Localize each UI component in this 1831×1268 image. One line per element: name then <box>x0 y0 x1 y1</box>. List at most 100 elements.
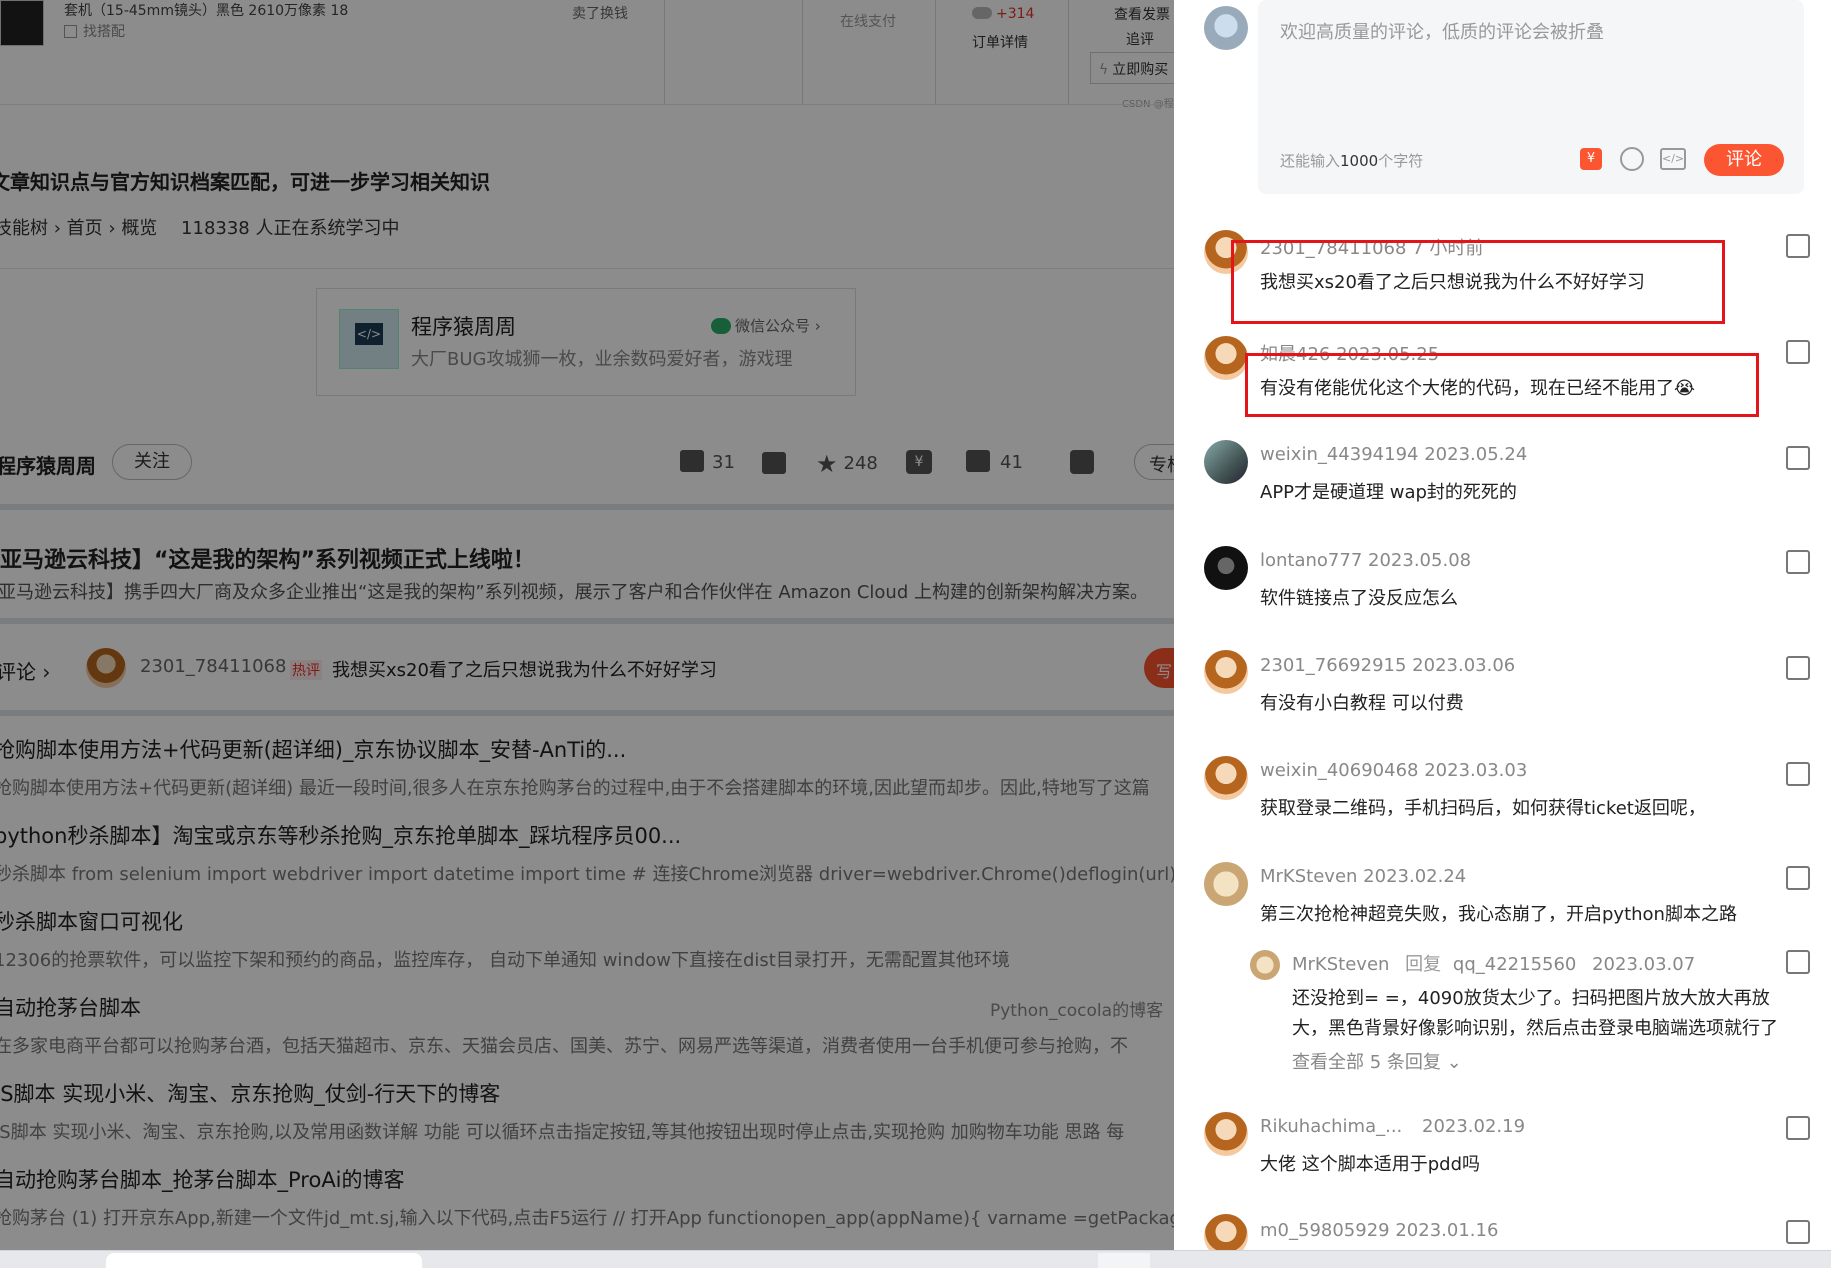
taskbar-tab[interactable] <box>106 1253 422 1268</box>
comment-time: 2023.02.24 <box>1363 866 1467 887</box>
order-detail-link[interactable]: 订单详情 <box>972 32 1028 52</box>
wechat-name: 程序猿周周 <box>411 315 516 339</box>
thumbs-up-icon[interactable] <box>1786 340 1810 364</box>
list-item[interactable]: 抢购脚本使用方法+代码更新(超详细)_京东协议脚本_安替-AnTi的... 抢购… <box>0 734 1150 800</box>
list-item[interactable]: 秒杀脚本窗口可视化 12306的抢票软件，可以监控下架和预约的商品，监控库存， … <box>0 906 1010 972</box>
hot-tag: 热评 <box>290 660 322 680</box>
avatar[interactable] <box>1204 546 1248 590</box>
comment-meta: m0_59805929 2023.01.16 <box>1260 1220 1498 1241</box>
reward-button[interactable]: ¥ <box>906 450 932 474</box>
comment-user[interactable]: weixin_40690468 <box>1260 760 1418 781</box>
avatar[interactable] <box>1250 950 1280 980</box>
divider <box>0 104 1174 105</box>
reply-text: 大，黑色背景好像影响识别，然后点击登录电脑端选项就行了 <box>1292 1018 1778 1039</box>
crumb-skill-tree[interactable]: 技能树 <box>0 218 48 239</box>
thumbs-up-icon[interactable] <box>1786 656 1810 680</box>
char-counter-prefix: 还能输入 <box>1280 152 1341 170</box>
avatar[interactable] <box>1204 1112 1248 1156</box>
track-review-link[interactable]: 追评 <box>1126 29 1154 49</box>
avatar[interactable] <box>1204 756 1248 800</box>
view-all-replies[interactable]: 查看全部 5 条回复 ⌄ <box>1292 1048 1462 1074</box>
write-comment-button[interactable]: 写 <box>1144 648 1174 688</box>
reply-user[interactable]: MrKSteven <box>1292 954 1389 975</box>
related-title[interactable]: 自动抢购茅台脚本_抢茅台脚本_ProAi的博客 <box>0 1164 1174 1194</box>
wechat-card[interactable]: </> 程序猿周周 微信公众号 › 大厂BUG攻城狮一枚，业余数码爱好者，游戏理 <box>316 288 856 396</box>
char-counter: 还能输入1000个字符 <box>1280 150 1423 171</box>
buy-now-button[interactable]: ϟ 立即购买 <box>1090 52 1174 84</box>
article-page: 套机（15-45mm镜头）黑色 2610万像素 18 找搭配 卖了换钱 在线支付… <box>0 0 1174 1250</box>
reply-to-user[interactable]: qq_42215560 <box>1453 954 1576 975</box>
related-desc: 12306的抢票软件，可以监控下架和预约的商品，监控库存， 自动下单通知 win… <box>0 950 1010 971</box>
avatar[interactable] <box>1204 1214 1248 1250</box>
comment-meta: MrKSteven 2023.02.24 <box>1260 866 1466 887</box>
favorite-count: 248 <box>843 453 878 474</box>
thumbs-up-icon[interactable] <box>1786 866 1810 890</box>
comment-user[interactable]: MrKSteven <box>1260 866 1357 887</box>
highlight-box <box>1245 353 1759 417</box>
screenshot-root: 套机（15-45mm镜头）黑色 2610万像素 18 找搭配 卖了换钱 在线支付… <box>0 0 1831 1268</box>
related-title[interactable]: 抢购脚本使用方法+代码更新(超详细)_京东协议脚本_安替-AnTi的... <box>0 734 1150 764</box>
invoice-link[interactable]: 查看发票 <box>1114 4 1170 24</box>
thumbs-up-icon[interactable] <box>1786 950 1810 974</box>
comment-section-link[interactable]: 评论 › <box>0 656 50 685</box>
avatar[interactable] <box>1204 336 1248 380</box>
list-item[interactable]: 自动抢购茅台脚本_抢茅台脚本_ProAi的博客 抢购茅台 (1) 打开京东App… <box>0 1164 1174 1230</box>
related-title[interactable]: python秒杀脚本】淘宝或京东等秒杀抢购_京东抢单脚本_踩坑程序员00... <box>0 820 1174 850</box>
divider <box>0 710 1174 716</box>
thumbs-up-icon[interactable] <box>1786 762 1810 786</box>
dislike-button[interactable] <box>762 452 786 478</box>
order-tag[interactable]: 找搭配 <box>64 21 125 41</box>
crumb-overview[interactable]: 概览 <box>121 218 157 239</box>
order-product-name[interactable]: 套机（15-45mm镜头）黑色 2610万像素 18 <box>64 0 348 20</box>
comment-user[interactable]: Rikuhachima_... <box>1260 1116 1402 1137</box>
list-item[interactable]: JS脚本 实现小米、淘宝、京东抢购_仗剑-行天下的博客 JS脚本 实现小米、淘宝… <box>0 1078 1124 1144</box>
comment-text: 有没有小白教程 可以付费 <box>1260 693 1464 714</box>
comment-text: 第三次抢枪神超竞失败，我心态崩了，开启python脚本之路 <box>1260 904 1737 925</box>
thumbs-up-icon[interactable] <box>1786 446 1810 470</box>
like-button[interactable]: 31 <box>680 450 735 473</box>
avatar[interactable] <box>1204 440 1248 484</box>
thumbs-up-icon[interactable] <box>1786 234 1810 258</box>
hot-comment-text[interactable]: 我想买xs20看了之后只想说我为什么不好好学习 <box>332 656 717 682</box>
emoji-icon[interactable] <box>1620 147 1644 171</box>
list-item[interactable]: python秒杀脚本】淘宝或京东等秒杀抢购_京东抢单脚本_踩坑程序员00... … <box>0 820 1174 886</box>
comment-user[interactable]: m0_59805929 <box>1260 1220 1390 1241</box>
related-desc: 在多家电商平台都可以抢购茅台酒，包括天猫超市、京东、天猫会员店、国美、苏宁、网易… <box>0 1036 1128 1057</box>
divider <box>664 0 665 104</box>
author-name[interactable]: 程序猿周周 <box>0 450 96 479</box>
thumbs-up-icon[interactable] <box>1786 1116 1810 1140</box>
avatar[interactable] <box>1204 650 1248 694</box>
follow-button[interactable]: 关注 <box>112 444 192 480</box>
thumbs-up-icon[interactable] <box>1786 550 1810 574</box>
column-button[interactable]: 专栏 <box>1134 444 1174 480</box>
thumbs-up-icon[interactable] <box>1786 1220 1810 1244</box>
ad-title[interactable]: 【亚马逊云科技】“这是我的架构”系列视频正式上线啦！ <box>0 542 535 574</box>
wechat-badge[interactable]: 微信公众号 › <box>711 315 821 336</box>
comment-user[interactable]: weixin_44394194 <box>1260 444 1418 465</box>
related-title[interactable]: 秒杀脚本窗口可视化 <box>0 906 1010 936</box>
submit-comment-button[interactable]: 评论 <box>1704 144 1784 176</box>
related-title[interactable]: JS脚本 实现小米、淘宝、京东抢购_仗剑-行天下的博客 <box>0 1078 1124 1108</box>
comment-input[interactable]: 欢迎高质量的评论，低质的评论会被折叠 <box>1280 18 1604 44</box>
order-col-pay: 在线支付 <box>840 14 896 30</box>
comment-user[interactable]: lontano777 <box>1260 550 1362 571</box>
list-item[interactable]: 自动抢茅台脚本 在多家电商平台都可以抢购茅台酒，包括天猫超市、京东、天猫会员店、… <box>0 992 1128 1058</box>
comment-button[interactable]: 41 <box>966 450 1023 473</box>
highlight-box <box>1231 240 1725 324</box>
divider <box>0 504 1174 510</box>
code-icon[interactable]: </> <box>1660 148 1686 170</box>
order-col-trade[interactable]: 卖了换钱 <box>572 3 628 23</box>
related-title[interactable]: 自动抢茅台脚本 <box>0 992 1128 1022</box>
avatar[interactable] <box>1204 862 1248 906</box>
related-source[interactable]: Python_cocola的博客 <box>990 996 1163 1021</box>
comment-user[interactable]: 2301_76692915 <box>1260 655 1406 676</box>
comment-text: APP才是硬道理 wap封的死死的 <box>1260 482 1517 503</box>
reward-icon[interactable]: ¥ <box>1580 148 1602 170</box>
crumb-home[interactable]: 首页 <box>67 218 103 239</box>
comment-editor[interactable]: 欢迎高质量的评论，低质的评论会被折叠 还能输入1000个字符 ¥ </> 评论 <box>1258 0 1804 194</box>
favorite-button[interactable]: ★ 248 <box>816 450 878 478</box>
comment-meta: Rikuhachima_... 2023.02.19 <box>1260 1116 1525 1137</box>
share-button[interactable] <box>1070 450 1094 474</box>
hot-comment-user[interactable]: 2301_78411068 <box>140 656 286 677</box>
taskbar-tab[interactable] <box>1098 1253 1150 1268</box>
